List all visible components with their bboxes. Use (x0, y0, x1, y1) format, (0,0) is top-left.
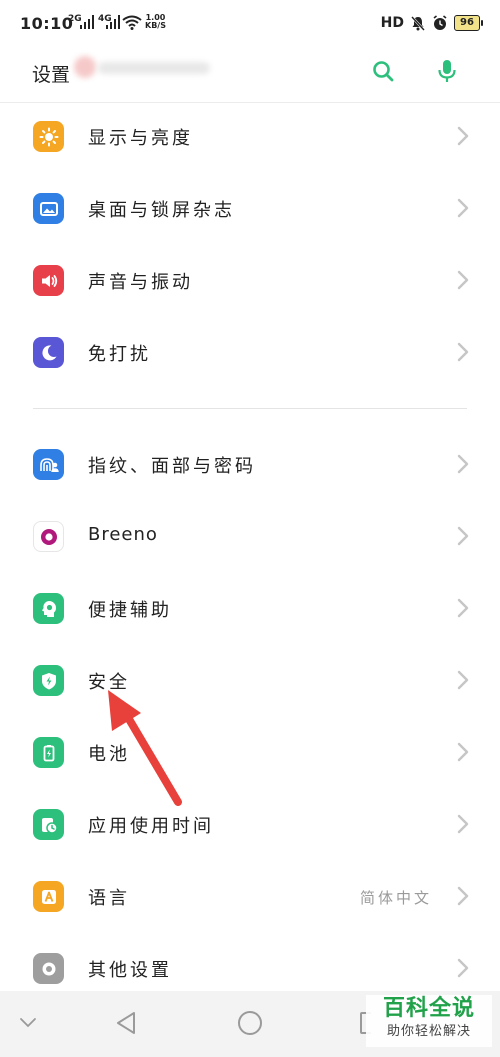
language-icon (33, 881, 64, 912)
status-right: HD 96 (380, 13, 483, 33)
chevron-right-icon (457, 454, 469, 474)
settings-item-label: 桌面与锁屏杂志 (88, 200, 235, 221)
account-avatar[interactable] (74, 56, 96, 78)
settings-item-do-not-disturb[interactable]: 免打扰 (0, 316, 500, 388)
moon-icon (33, 337, 64, 368)
battery-indicator: 96 (454, 15, 483, 31)
settings-item-accessibility[interactable]: 便捷辅助 (0, 572, 500, 644)
language-value: 简体中文 (359, 889, 432, 907)
settings-item-label: 电池 (88, 744, 130, 765)
settings-item-label: 指纹、面部与密码 (88, 456, 256, 477)
fingerprint-face-icon (33, 449, 64, 480)
watermark-title: 百科全说 (382, 996, 475, 1021)
network-speed: 1.00 KB/S (145, 13, 166, 30)
brightness-icon (33, 121, 64, 152)
home-circle-icon (238, 1011, 262, 1035)
wallpaper-icon (33, 193, 64, 224)
watermark-subtitle: 助你轻松解决 (386, 1024, 471, 1039)
gear-icon (33, 953, 64, 984)
chevron-right-icon (457, 670, 469, 690)
account-name-blurred[interactable] (98, 62, 210, 74)
sim1-signal-icon (80, 15, 96, 29)
nav-home-button[interactable] (232, 1005, 268, 1041)
mute-bell-icon (411, 16, 425, 31)
chevron-right-icon (457, 958, 469, 978)
battery-icon (33, 737, 64, 768)
page-title: 设置 (32, 64, 71, 86)
settings-item-label: 其他设置 (88, 960, 172, 981)
settings-item-language[interactable]: 语言 简体中文 (0, 860, 500, 932)
microphone-icon (438, 60, 456, 82)
search-icon (373, 61, 394, 82)
chevron-right-icon (457, 814, 469, 834)
group-divider (33, 408, 467, 409)
chevron-right-icon (457, 886, 469, 906)
app-time-icon (33, 809, 64, 840)
settings-item-sound[interactable]: 声音与振动 (0, 244, 500, 316)
chevron-right-icon (457, 342, 469, 362)
chevron-right-icon (457, 742, 469, 762)
chevron-down-icon (20, 1018, 36, 1028)
chevron-right-icon (457, 526, 469, 546)
search-button[interactable] (368, 56, 398, 86)
nav-collapse-button[interactable] (14, 1005, 42, 1041)
speaker-icon (33, 265, 64, 296)
chevron-right-icon (457, 198, 469, 218)
chevron-right-icon (457, 598, 469, 618)
settings-item-app-usage-time[interactable]: 应用使用时间 (0, 788, 500, 860)
settings-item-display[interactable]: 显示与亮度 (0, 100, 500, 172)
wifi-icon (122, 15, 142, 30)
settings-item-biometrics[interactable]: 指纹、面部与密码 (0, 428, 500, 500)
watermark-logo: 百科全说 助你轻松解决 (366, 995, 492, 1047)
assist-icon (33, 593, 64, 624)
settings-item-battery[interactable]: 电池 (0, 716, 500, 788)
settings-item-label: 语言 (88, 888, 130, 909)
alarm-clock-icon (433, 15, 447, 30)
status-bar: 10:10 2G 4G 1.00 KB/S HD 96 (0, 0, 500, 46)
chevron-right-icon (457, 126, 469, 146)
sim2-signal-icon (106, 15, 120, 29)
status-time: 10:10 (20, 14, 74, 33)
settings-header: 设置 (0, 46, 500, 102)
settings-item-security[interactable]: 安全 (0, 644, 500, 716)
settings-item-wallpaper[interactable]: 桌面与锁屏杂志 (0, 172, 500, 244)
hd-indicator: HD (380, 15, 404, 31)
settings-item-breeno[interactable]: Breeno (0, 500, 500, 572)
settings-item-label: 便捷辅助 (88, 600, 172, 621)
voice-search-button[interactable] (432, 56, 462, 86)
settings-item-label: 声音与振动 (88, 272, 193, 293)
settings-item-label: 安全 (88, 672, 130, 693)
breeno-icon (33, 521, 64, 552)
settings-item-label: 免打扰 (88, 344, 151, 365)
settings-item-label: 显示与亮度 (88, 128, 193, 149)
settings-item-label: Breeno (88, 524, 158, 545)
back-triangle-icon (117, 1012, 135, 1034)
settings-item-label: 应用使用时间 (88, 816, 214, 837)
shield-icon (33, 665, 64, 696)
nav-back-button[interactable] (108, 1005, 144, 1041)
chevron-right-icon (457, 270, 469, 290)
